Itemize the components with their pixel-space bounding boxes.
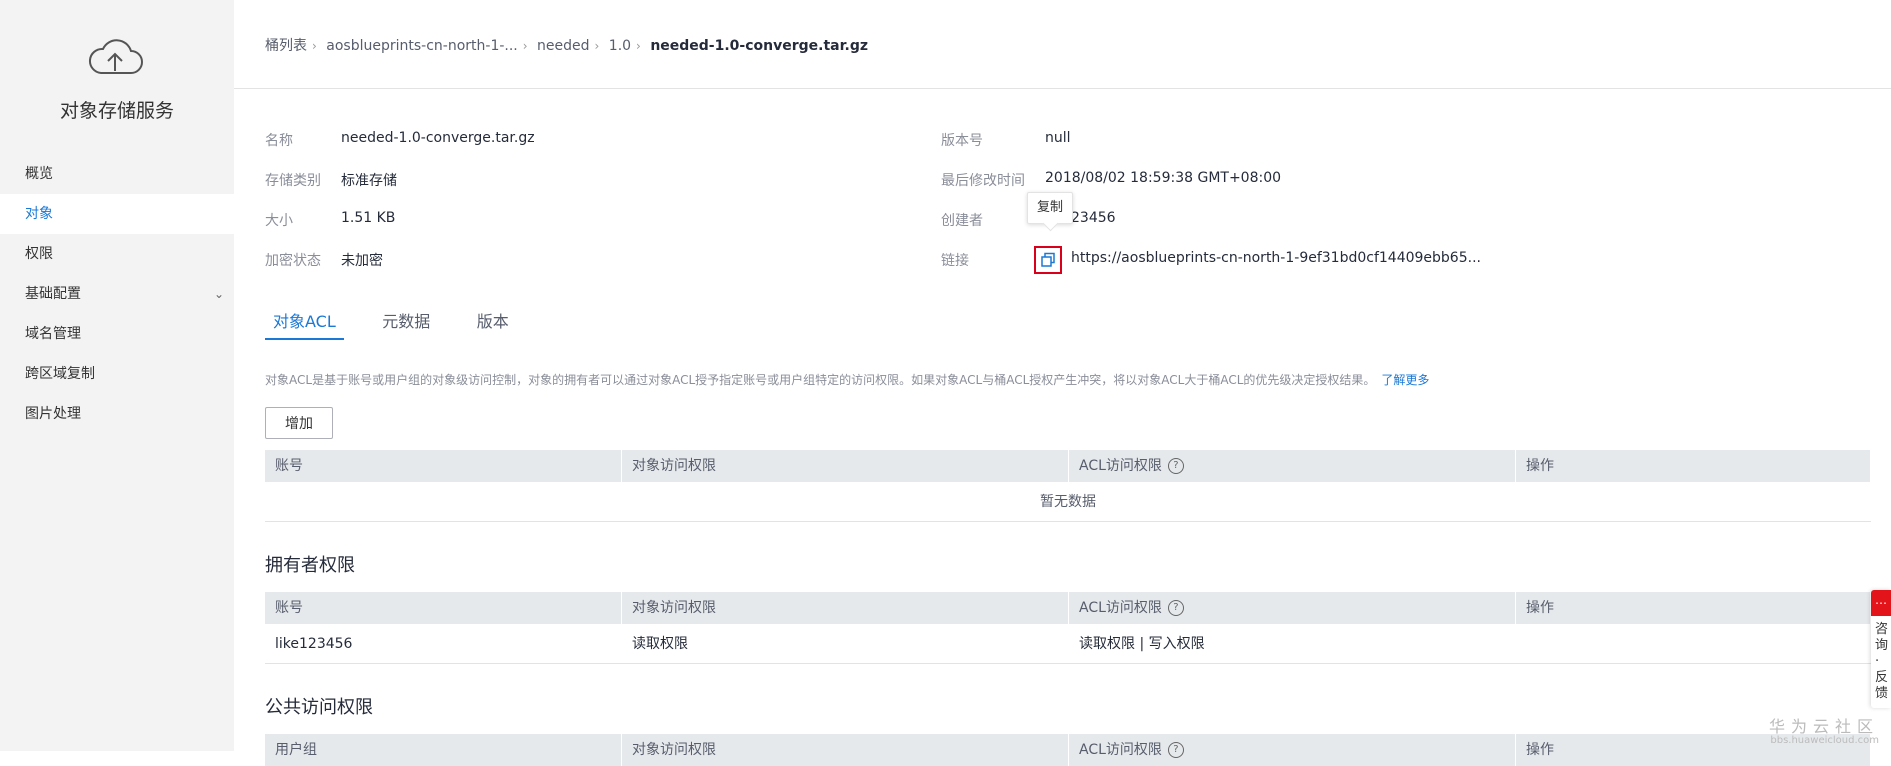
name-value: needed-1.0-converge.tar.gz	[341, 130, 535, 146]
copy-link-button[interactable]	[1034, 246, 1062, 274]
acl-description-text: 对象ACL是基于账号或用户组的对象级访问控制，对象的拥有者可以通过对象ACL授予…	[265, 373, 1376, 387]
account-cell: like123456	[275, 636, 353, 652]
divider	[234, 88, 1891, 89]
sidebar-item-label: 对象	[25, 206, 53, 222]
name-label: 名称	[265, 133, 293, 149]
help-icon[interactable]: ?	[1167, 600, 1184, 616]
column-header: 操作	[1516, 592, 1871, 624]
breadcrumb-folder[interactable]: needed	[537, 38, 590, 54]
acl-table: 账号 对象访问权限 ACL访问权限? 操作 暂无数据	[265, 450, 1871, 522]
chevron-right-icon: ›	[312, 39, 317, 53]
tab-object-acl[interactable]: 对象ACL	[265, 308, 344, 340]
breadcrumb-current: needed-1.0-converge.tar.gz	[650, 38, 869, 54]
storage-class-value: 标准存储	[341, 173, 397, 189]
version-value: null	[1045, 130, 1071, 146]
column-header-label: ACL访问权限	[1079, 458, 1162, 474]
column-header: 账号	[265, 592, 622, 624]
column-header: 账号	[265, 450, 622, 482]
size-value: 1.51 KB	[341, 210, 396, 226]
sidebar-nav: 概览 对象 权限 基础配置 ⌄ 域名管理 跨区域复制 图片处理	[0, 154, 234, 434]
encryption-label: 加密状态	[265, 253, 321, 269]
column-header: 对象访问权限	[622, 450, 1069, 482]
watermark-url: bbs.huaweicloud.com	[1770, 735, 1879, 746]
feedback-tab[interactable]: ⋯ 咨询·反馈	[1871, 590, 1891, 708]
breadcrumb-bucket[interactable]: aosblueprints-cn-north-1-...	[326, 38, 517, 54]
breadcrumb-subfolder[interactable]: 1.0	[609, 38, 631, 54]
service-title: 对象存储服务	[59, 100, 174, 122]
column-header: 对象访问权限	[622, 734, 1069, 766]
creator-label: 创建者	[941, 213, 983, 229]
sidebar-item-domain[interactable]: 域名管理	[0, 314, 234, 354]
last-modified-value: 2018/08/02 18:59:38 GMT+08:00	[1045, 170, 1282, 186]
feedback-text: 咨询·反馈	[1875, 622, 1889, 701]
table-header: 用户组 对象访问权限 ACL访问权限? 操作	[265, 734, 1871, 766]
column-header: 操作	[1516, 450, 1871, 482]
sidebar-item-cross-region[interactable]: 跨区域复制	[0, 354, 234, 394]
cloud-upload-icon	[89, 39, 143, 74]
sidebar-item-objects[interactable]: 对象	[0, 194, 234, 234]
column-header: ACL访问权限?	[1069, 734, 1516, 766]
column-header-label: ACL访问权限	[1079, 600, 1162, 616]
acl-description: 对象ACL是基于账号或用户组的对象级访问控制，对象的拥有者可以通过对象ACL授予…	[265, 371, 1429, 388]
encryption-value: 未加密	[341, 253, 383, 269]
sidebar-item-basic-config[interactable]: 基础配置 ⌄	[0, 274, 234, 314]
tab-versions[interactable]: 版本	[469, 308, 517, 340]
sidebar-item-label: 跨区域复制	[25, 366, 95, 382]
table-header: 账号 对象访问权限 ACL访问权限? 操作	[265, 450, 1871, 482]
object-access-cell: 读取权限	[632, 636, 688, 652]
sidebar-item-label: 概览	[25, 166, 53, 182]
public-table: 用户组 对象访问权限 ACL访问权限? 操作	[265, 734, 1871, 766]
copy-icon	[1041, 252, 1055, 267]
breadcrumb: 桶列表 › aosblueprints-cn-north-1-... › neede…	[265, 35, 868, 55]
column-header-label: ACL访问权限	[1079, 742, 1162, 758]
chevron-down-icon: ⌄	[213, 287, 224, 301]
column-header: 对象访问权限	[622, 592, 1069, 624]
creator-value: 23456	[1071, 210, 1116, 226]
learn-more-link[interactable]: 了解更多	[1381, 373, 1429, 387]
sidebar-item-image-processing[interactable]: 图片处理	[0, 394, 234, 434]
copy-tooltip: 复制	[1027, 192, 1073, 224]
help-icon[interactable]: ?	[1167, 458, 1184, 474]
watermark: 华为云社区 bbs.huaweicloud.com	[1769, 713, 1879, 746]
column-header: ACL访问权限?	[1069, 592, 1516, 624]
size-label: 大小	[265, 213, 293, 229]
sidebar-item-label: 权限	[25, 246, 53, 262]
column-header: 用户组	[265, 734, 622, 766]
empty-text: 暂无数据	[1040, 494, 1096, 510]
table-header: 账号 对象访问权限 ACL访问权限? 操作	[265, 592, 1871, 624]
tab-metadata[interactable]: 元数据	[374, 308, 438, 340]
sidebar-item-permissions[interactable]: 权限	[0, 234, 234, 274]
sidebar-item-label: 图片处理	[25, 406, 81, 422]
owner-table: 账号 对象访问权限 ACL访问权限? 操作 like123456 读取权限 读取…	[265, 592, 1871, 664]
table-empty-row: 暂无数据	[265, 482, 1871, 522]
main-content: 桶列表 › aosblueprints-cn-north-1-... › neede…	[234, 0, 1891, 766]
column-header: ACL访问权限?	[1069, 450, 1516, 482]
watermark-title: 华为云社区	[1768, 717, 1879, 736]
link-label: 链接	[941, 253, 969, 269]
chevron-right-icon: ›	[522, 39, 528, 53]
acl-access-cell: 读取权限 | 写入权限	[1079, 636, 1205, 652]
sidebar: 对象存储服务 概览 对象 权限 基础配置 ⌄ 域名管理 跨区域复制 图片处理	[0, 0, 234, 751]
add-button[interactable]: 增加	[265, 407, 333, 439]
chevron-right-icon: ›	[636, 39, 641, 53]
table-row: like123456 读取权限 读取权限 | 写入权限	[265, 624, 1871, 664]
last-modified-label: 最后修改时间	[941, 173, 1025, 189]
help-icon[interactable]: ?	[1167, 742, 1184, 758]
sidebar-item-label: 域名管理	[25, 326, 81, 342]
chat-icon: ⋯	[1871, 590, 1891, 616]
storage-class-label: 存储类别	[265, 173, 321, 189]
public-permissions-title: 公共访问权限	[265, 697, 373, 718]
version-label: 版本号	[941, 133, 983, 149]
owner-permissions-title: 拥有者权限	[265, 555, 355, 576]
link-value[interactable]: https://aosblueprints-cn-north-1-9ef31bd…	[1071, 250, 1481, 266]
sidebar-item-label: 基础配置	[25, 286, 81, 302]
breadcrumb-bucket-list[interactable]: 桶列表	[265, 38, 307, 54]
tab-bar: 对象ACL 元数据 版本	[265, 308, 543, 342]
chevron-right-icon: ›	[594, 39, 600, 53]
sidebar-item-overview[interactable]: 概览	[0, 154, 234, 194]
